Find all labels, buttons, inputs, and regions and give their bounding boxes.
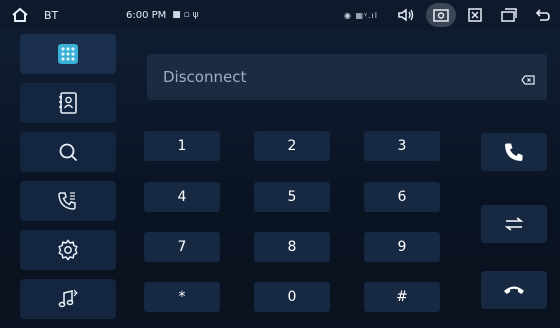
hang-up-button[interactable] <box>481 271 547 309</box>
signal-icons: ◉ ▦ᵞ.ıl <box>343 10 378 20</box>
music-icon <box>58 289 78 308</box>
sidebar <box>20 34 116 328</box>
key-star[interactable]: * <box>144 282 220 312</box>
key-3[interactable]: 3 <box>364 131 440 161</box>
phone-call-icon <box>505 143 523 161</box>
back-icon <box>535 9 550 21</box>
key-1[interactable]: 1 <box>144 131 220 161</box>
volume-button[interactable] <box>390 0 424 30</box>
key-4[interactable]: 4 <box>144 182 220 212</box>
clock-time: 6:00 PM <box>126 9 167 21</box>
call-log-icon <box>58 192 76 210</box>
home-button[interactable] <box>0 0 40 30</box>
key-9[interactable]: 9 <box>364 232 440 262</box>
key-2[interactable]: 2 <box>254 131 330 161</box>
screenshot-icon <box>433 9 449 22</box>
dial-display: Disconnect <box>147 54 547 100</box>
hang-up-icon <box>504 286 524 294</box>
home-icon <box>12 7 28 22</box>
recent-apps-icon <box>501 8 517 22</box>
key-hash[interactable]: # <box>364 282 440 312</box>
sidebar-item-search[interactable] <box>20 132 116 172</box>
key-7[interactable]: 7 <box>144 232 220 262</box>
sidebar-item-music[interactable] <box>20 279 116 319</box>
app-label: BT <box>44 8 59 22</box>
key-6[interactable]: 6 <box>364 182 440 212</box>
key-0[interactable]: 0 <box>254 282 330 312</box>
notification-icons: ■ ▫ ψ <box>172 10 199 20</box>
contacts-icon <box>59 92 77 114</box>
sidebar-item-dialpad[interactable] <box>20 34 116 74</box>
dialpad-icon <box>58 44 78 64</box>
switch-audio-icon <box>504 217 524 231</box>
search-icon <box>59 143 78 162</box>
call-button[interactable] <box>481 133 547 171</box>
display-text: Disconnect <box>163 68 247 86</box>
sidebar-item-contacts[interactable] <box>20 83 116 123</box>
key-5[interactable]: 5 <box>254 182 330 212</box>
sidebar-item-settings[interactable] <box>20 230 116 270</box>
backspace-icon <box>521 75 535 85</box>
speaker-icon <box>398 8 414 22</box>
close-app-button[interactable] <box>458 0 492 30</box>
key-8[interactable]: 8 <box>254 232 330 262</box>
recent-apps-button[interactable] <box>492 0 526 30</box>
backspace-button[interactable] <box>521 70 535 89</box>
status-bar: BT 6:00 PM ■ ▫ ψ ◉ ▦ᵞ.ıl <box>0 0 560 30</box>
gear-icon <box>58 239 78 261</box>
switch-audio-button[interactable] <box>481 205 547 243</box>
sidebar-item-call-log[interactable] <box>20 181 116 221</box>
back-button[interactable] <box>526 0 560 30</box>
screenshot-button[interactable] <box>426 3 456 27</box>
close-box-icon <box>468 8 482 22</box>
